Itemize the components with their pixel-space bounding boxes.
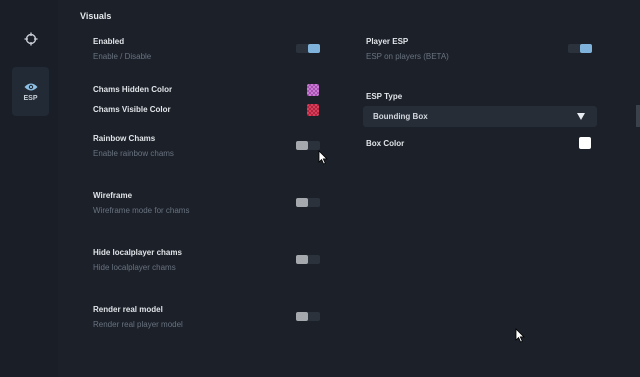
visuals-panel: Visuals Enabled Enable / Disable Chams H… bbox=[58, 0, 640, 377]
chams-hidden-color-swatch[interactable] bbox=[307, 84, 319, 96]
enabled-toggle[interactable] bbox=[296, 44, 320, 53]
rainbow-chams-label: Rainbow Chams bbox=[93, 134, 156, 143]
chams-hidden-color-label: Chams Hidden Color bbox=[93, 85, 173, 94]
rainbow-chams-toggle[interactable] bbox=[296, 141, 320, 150]
enabled-desc: Enable / Disable bbox=[93, 52, 152, 61]
render-real-model-label: Render real model bbox=[93, 305, 163, 314]
sidebar: ESP bbox=[0, 0, 58, 377]
chams-visible-color-label: Chams Visible Color bbox=[93, 105, 171, 114]
esp-type-select[interactable]: Bounding Box bbox=[363, 106, 597, 127]
scrollbar[interactable] bbox=[636, 105, 640, 127]
player-esp-desc: ESP on players (BETA) bbox=[366, 52, 449, 61]
render-real-model-desc: Render real player model bbox=[93, 320, 183, 329]
box-color-label: Box Color bbox=[366, 139, 405, 148]
render-real-model-toggle[interactable] bbox=[296, 312, 320, 321]
wireframe-desc: Wireframe mode for chams bbox=[93, 206, 190, 215]
hide-localplayer-chams-label: Hide localplayer chams bbox=[93, 248, 182, 257]
wireframe-label: Wireframe bbox=[93, 191, 133, 200]
enabled-label: Enabled bbox=[93, 37, 125, 46]
rainbow-chams-desc: Enable rainbow chams bbox=[93, 149, 174, 158]
box-color-swatch[interactable] bbox=[579, 137, 591, 149]
mouse-cursor-icon bbox=[515, 328, 525, 343]
sidebar-item-aim[interactable] bbox=[12, 24, 49, 54]
hide-localplayer-chams-toggle[interactable] bbox=[296, 255, 320, 264]
dropdown-arrow-icon bbox=[577, 113, 585, 120]
player-esp-toggle[interactable] bbox=[568, 44, 592, 53]
wireframe-toggle[interactable] bbox=[296, 198, 320, 207]
esp-type-value: Bounding Box bbox=[373, 112, 428, 121]
mouse-cursor-icon bbox=[318, 150, 328, 165]
player-esp-label: Player ESP bbox=[366, 37, 409, 46]
esp-type-label: ESP Type bbox=[366, 92, 403, 101]
section-title: Visuals bbox=[80, 11, 112, 21]
sidebar-item-esp[interactable]: ESP bbox=[12, 67, 49, 116]
chams-visible-color-swatch[interactable] bbox=[307, 104, 319, 116]
eye-icon bbox=[24, 83, 37, 90]
hide-localplayer-chams-desc: Hide localplayer chams bbox=[93, 263, 176, 272]
sidebar-item-label: ESP bbox=[23, 94, 38, 102]
crosshair-icon bbox=[24, 32, 37, 46]
